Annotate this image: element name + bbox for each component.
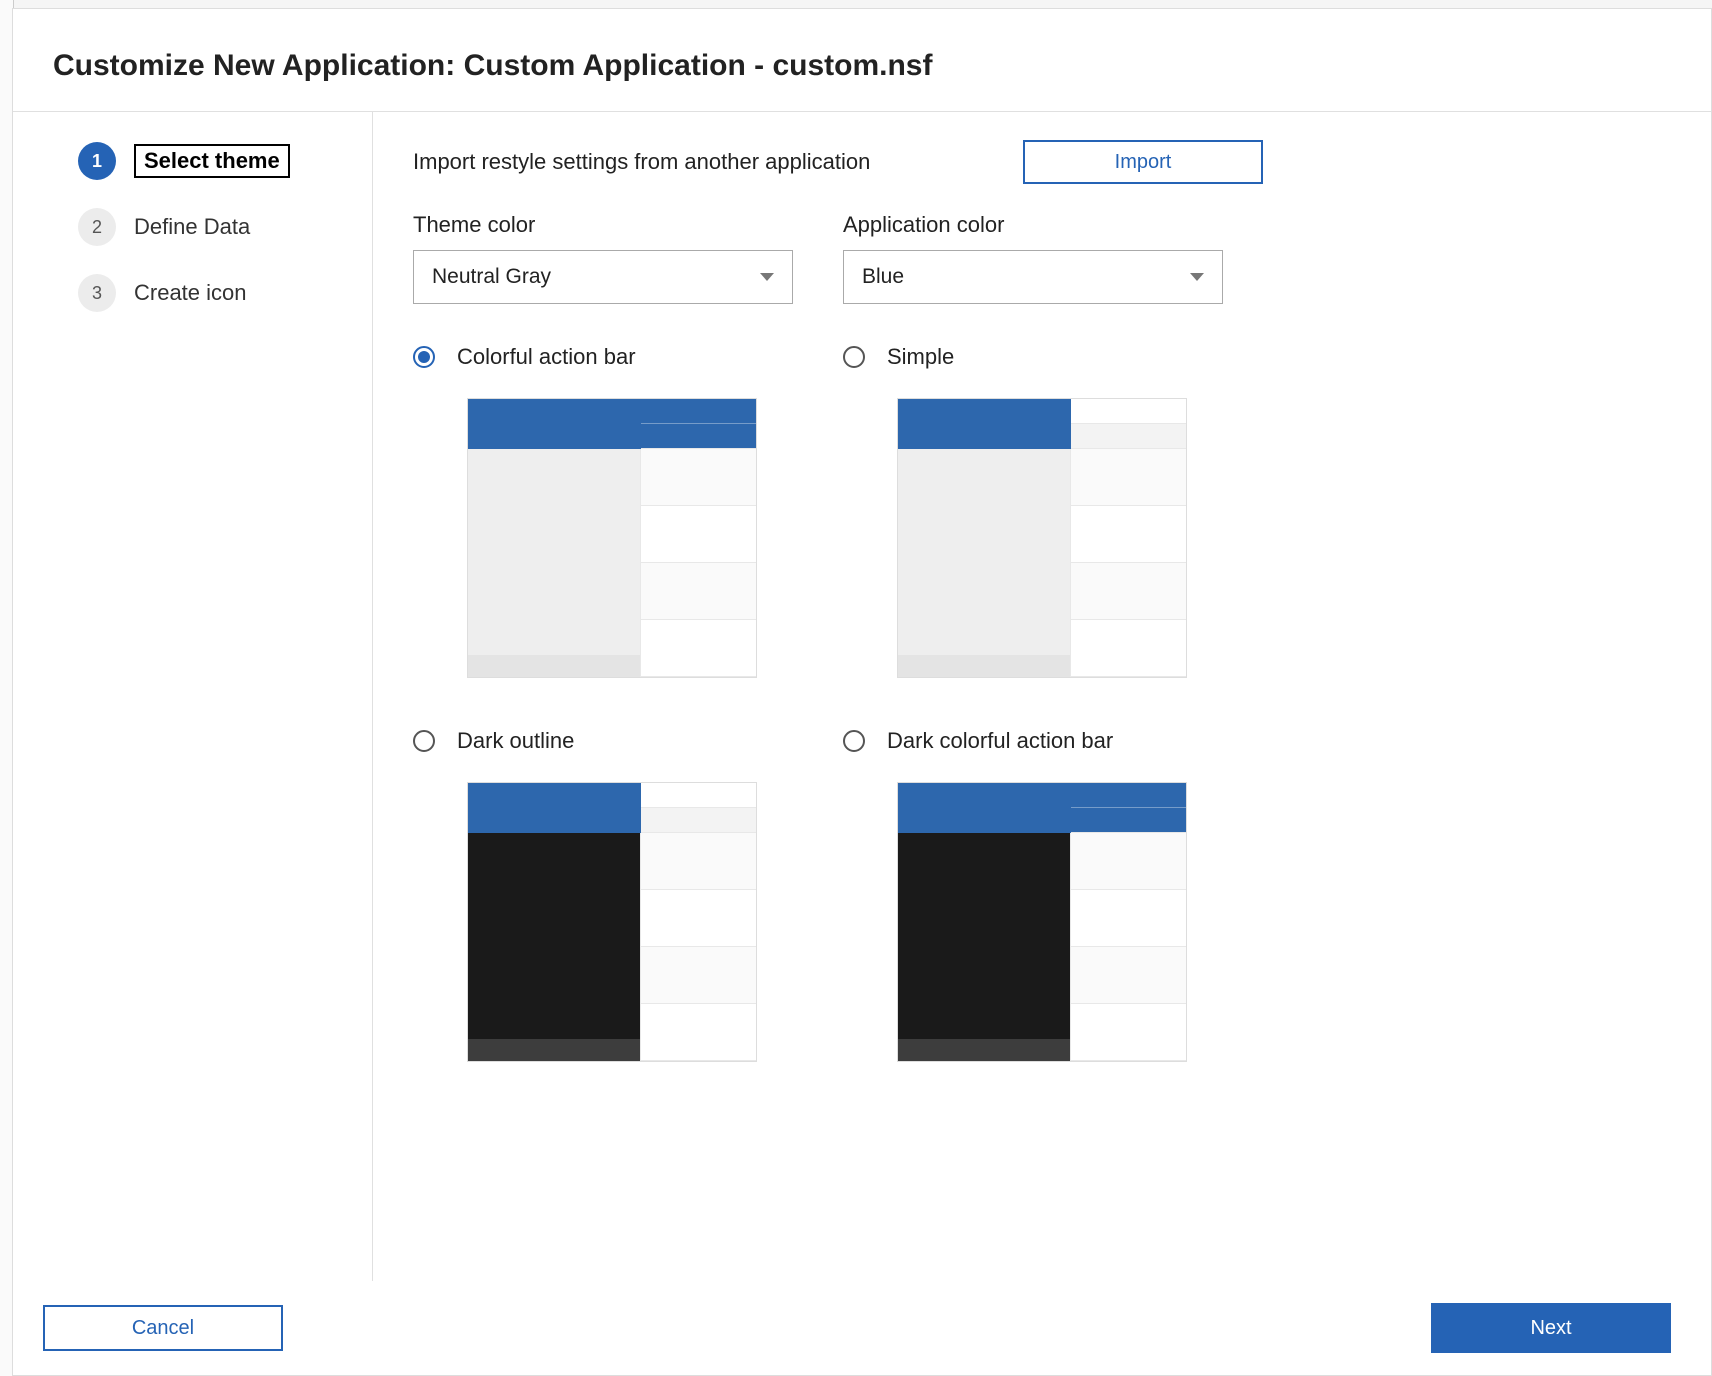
- step-label: Create icon: [134, 280, 247, 306]
- theme-option-label: Colorful action bar: [457, 344, 636, 370]
- theme-option-darkcolorful: Dark colorful action bar: [843, 728, 1273, 1062]
- theme-color-value: Neutral Gray: [432, 265, 551, 289]
- application-color-select[interactable]: Blue: [843, 250, 1223, 304]
- step-label: Define Data: [134, 214, 250, 240]
- theme-option-colorful: Colorful action bar: [413, 344, 843, 678]
- import-label: Import restyle settings from another app…: [413, 149, 870, 175]
- customize-application-dialog: Customize New Application: Custom Applic…: [12, 8, 1712, 1376]
- import-button[interactable]: Import: [1023, 140, 1263, 184]
- step-select-theme[interactable]: 1 Select theme: [78, 142, 342, 180]
- cancel-button[interactable]: Cancel: [43, 1305, 283, 1351]
- theme-preview: [467, 782, 757, 1062]
- step-number-badge: 1: [78, 142, 116, 180]
- application-color-label: Application color: [843, 212, 1223, 238]
- theme-option-label: Simple: [887, 344, 954, 370]
- application-color-value: Blue: [862, 265, 904, 289]
- theme-radio-darkcolorful[interactable]: Dark colorful action bar: [843, 728, 1273, 754]
- theme-preview: [467, 398, 757, 678]
- chevron-down-icon: [1190, 273, 1204, 281]
- theme-color-select[interactable]: Neutral Gray: [413, 250, 793, 304]
- theme-preview: [897, 398, 1187, 678]
- radio-icon: [413, 346, 435, 368]
- radio-icon: [843, 730, 865, 752]
- theme-option-darkoutline: Dark outline: [413, 728, 843, 1062]
- theme-radio-simple[interactable]: Simple: [843, 344, 1273, 370]
- theme-option-label: Dark outline: [457, 728, 574, 754]
- theme-color-label: Theme color: [413, 212, 793, 238]
- theme-options-grid: Colorful action bar Simple Dark outline Dar…: [413, 344, 1671, 1062]
- radio-icon: [413, 730, 435, 752]
- radio-icon: [843, 346, 865, 368]
- theme-option-label: Dark colorful action bar: [887, 728, 1113, 754]
- dialog-footer: Cancel Next: [13, 1281, 1711, 1375]
- theme-radio-colorful[interactable]: Colorful action bar: [413, 344, 843, 370]
- theme-radio-darkoutline[interactable]: Dark outline: [413, 728, 843, 754]
- theme-option-simple: Simple: [843, 344, 1273, 678]
- theme-preview: [897, 782, 1187, 1062]
- dialog-header: Customize New Application: Custom Applic…: [13, 9, 1711, 112]
- content-area: Import restyle settings from another app…: [373, 112, 1711, 1281]
- dialog-body: 1 Select theme 2 Define Data 3 Create ic…: [13, 112, 1711, 1281]
- step-number-badge: 3: [78, 274, 116, 312]
- import-section: Import restyle settings from another app…: [413, 140, 1263, 184]
- theme-color-group: Theme color Neutral Gray: [413, 212, 793, 304]
- dialog-title: Customize New Application: Custom Applic…: [53, 49, 1671, 83]
- step-label: Select theme: [134, 144, 290, 178]
- color-selectors-row: Theme color Neutral Gray Application col…: [413, 212, 1671, 304]
- step-create-icon[interactable]: 3 Create icon: [78, 274, 342, 312]
- next-button[interactable]: Next: [1431, 1303, 1671, 1353]
- step-define-data[interactable]: 2 Define Data: [78, 208, 342, 246]
- wizard-steps-sidebar: 1 Select theme 2 Define Data 3 Create ic…: [13, 112, 373, 1281]
- application-color-group: Application color Blue: [843, 212, 1223, 304]
- chevron-down-icon: [760, 273, 774, 281]
- step-number-badge: 2: [78, 208, 116, 246]
